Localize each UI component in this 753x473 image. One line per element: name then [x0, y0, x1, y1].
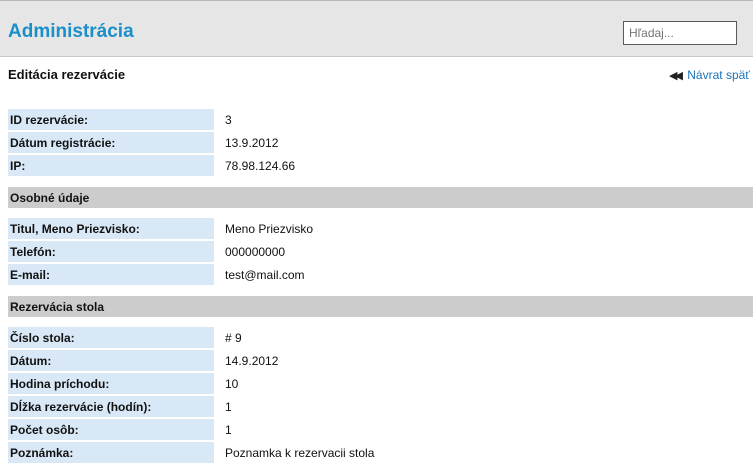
back-link[interactable]: ◀◀ Návrat späť: [669, 68, 750, 82]
field-value: 14.9.2012: [225, 354, 279, 368]
field-value: Meno Priezvisko: [225, 222, 314, 236]
back-link-label: Návrat späť: [687, 68, 750, 82]
form-row-date: Dátum: 14.9.2012: [8, 349, 753, 372]
field-label: Počet osôb:: [8, 419, 214, 440]
field-value: 10: [225, 377, 239, 391]
reservation-form: ID rezervácie: 3 Dátum registrácie: 13.9…: [8, 108, 753, 464]
form-row-guests: Počet osôb: 1: [8, 418, 753, 441]
field-value: test@mail.com: [225, 268, 305, 282]
field-value: 13.9.2012: [225, 136, 279, 150]
page-title: Editácia rezervácie: [8, 67, 126, 82]
field-label: Telefón:: [8, 241, 214, 262]
field-label: ID rezervácie:: [8, 109, 214, 130]
form-row-name: Titul, Meno Priezvisko: Meno Priezvisko: [8, 217, 753, 240]
form-row-registration-date: Dátum registrácie: 13.9.2012: [8, 131, 753, 154]
search-input[interactable]: [623, 21, 737, 45]
field-value: 3: [225, 113, 232, 127]
app-title[interactable]: Administrácia: [8, 21, 134, 43]
field-label: IP:: [8, 155, 214, 176]
field-label: Dĺžka rezervácie (hodín):: [8, 396, 214, 417]
field-value: # 9: [225, 331, 242, 345]
field-value: 1: [225, 400, 232, 414]
form-row-phone: Telefón: 000000000: [8, 240, 753, 263]
form-row-table-number: Číslo stola: # 9: [8, 326, 753, 349]
field-label: Poznámka:: [8, 442, 214, 463]
field-label: Dátum:: [8, 350, 214, 371]
field-value: Poznamka k rezervacii stola: [225, 446, 375, 460]
form-row-email: E-mail: test@mail.com: [8, 263, 753, 286]
field-label: E-mail:: [8, 264, 214, 285]
form-row-ip: IP: 78.98.124.66: [8, 154, 753, 177]
section-heading-personal: Osobné údaje: [8, 187, 753, 208]
field-label: Titul, Meno Priezvisko:: [8, 218, 214, 239]
field-value: 000000000: [225, 245, 286, 259]
form-row-arrival-hour: Hodina príchodu: 10: [8, 372, 753, 395]
field-label: Dátum registrácie:: [8, 132, 214, 153]
form-row-duration: Dĺžka rezervácie (hodín): 1: [8, 395, 753, 418]
field-value: 1: [225, 423, 232, 437]
section-heading-table-reservation: Rezervácia stola: [8, 296, 753, 317]
form-row-id: ID rezervácie: 3: [8, 108, 753, 131]
form-row-note: Poznámka: Poznamka k rezervacii stola: [8, 441, 753, 464]
field-label: Hodina príchodu:: [8, 373, 214, 394]
double-chevron-left-icon: ◀◀: [669, 70, 683, 82]
field-value: 78.98.124.66: [225, 159, 296, 173]
app-header: Administrácia: [0, 0, 753, 57]
field-label: Číslo stola:: [8, 327, 214, 348]
